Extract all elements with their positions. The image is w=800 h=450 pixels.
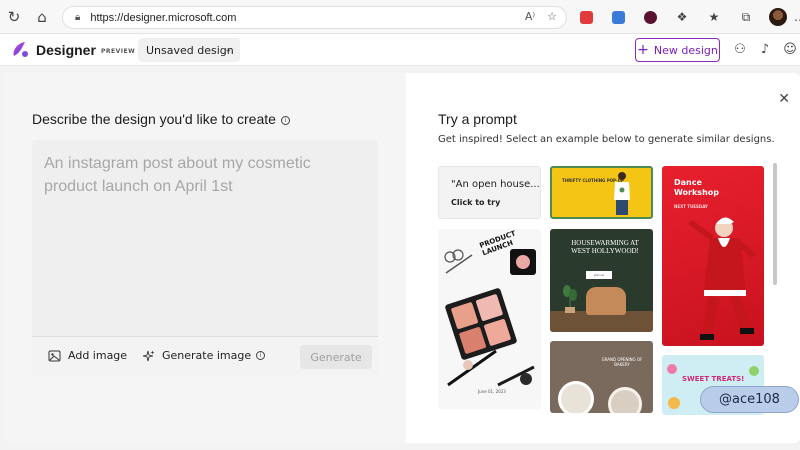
try-prompt-subtitle: Get inspired! Select an example below to… [438,134,775,145]
document-name-dropdown[interactable]: Unsaved design ⌄ [138,38,240,62]
favorites-icon[interactable]: ★ [698,5,730,29]
main-card: Describe the design you'd like to create… [4,73,800,443]
browser-toolbar: ↻ ⌂ 🔒︎ https://designer.microsoft.com A⁾… [0,0,800,34]
collections-icon[interactable]: ⧉ [730,5,762,29]
extensions-puzzle-icon[interactable]: ❖ [666,5,698,29]
try-prompt-title: Try a prompt [438,111,517,127]
new-design-button[interactable]: + New design [635,38,720,62]
prompt-actions-bar: Add image Generate image i Generate [32,336,378,376]
describe-title-text: Describe the design you'd like to create [32,111,276,127]
describe-title: Describe the design you'd like to create… [32,111,290,127]
dance-subtitle: NEXT TUESDAY [674,204,708,209]
housewarming-join-label: Join us [586,271,612,279]
generate-image-button[interactable]: Generate image i [142,349,266,362]
housewarming-title: HOUSEWARMING AT WEST HOLLYWOOD! [571,239,639,255]
cake-image [558,381,594,413]
armchair-image [586,287,626,315]
url-text: https://designer.microsoft.com [90,11,237,24]
notifications-icon[interactable]: ♪ [757,42,773,58]
app-header: Designer PREVIEW Unsaved design ⌄ + New … [0,34,800,66]
share-icon[interactable]: ⚇ [732,42,748,58]
profile-avatar[interactable] [762,5,794,29]
refresh-icon[interactable]: ↻ [0,3,28,31]
designer-logo-icon [13,42,28,57]
dance-title: Dance Workshop [674,178,719,197]
document-name: Unsaved design [146,43,234,57]
describe-panel: Describe the design you'd like to create… [4,73,406,443]
product-date: June 01, 2023 [478,389,506,394]
more-icon[interactable]: … [794,5,800,29]
read-aloud-icon[interactable]: A⁾ [522,10,538,23]
watermark-badge: @ace108 [700,386,799,413]
click-to-try-label: Click to try [451,198,501,207]
person-image [614,172,630,215]
plant-image [563,285,577,313]
prompt-tile-housewarming[interactable]: HOUSEWARMING AT WEST HOLLYWOOD! Join us [550,229,653,332]
image-icon [48,350,61,361]
plus-icon: + [637,42,649,58]
app-title: Designer [36,42,96,58]
prompt-tile-thrift[interactable]: THRIFTY CLOTHING POP-UP [550,166,653,219]
prompt-placeholder: An instagram post about my cosmetic prod… [44,155,311,195]
dancer-image [688,217,756,340]
new-design-label: New design [653,43,718,57]
lock-icon: 🔒︎ [75,12,81,23]
prompt-tile-open-house[interactable]: "An open house... Click to try [438,166,541,219]
add-image-label: Add image [68,349,128,362]
pastry-image [608,387,642,413]
home-icon[interactable]: ⌂ [28,3,56,31]
chevron-down-icon: ⌄ [224,45,232,55]
generate-image-label: Generate image [162,349,252,362]
generate-button[interactable]: Generate [300,345,372,369]
add-image-button[interactable]: Add image [48,349,127,362]
sparkle-icon [142,350,155,361]
prompt-tile-dance[interactable]: Dance Workshop NEXT TUESDAY [662,166,764,346]
scrollbar[interactable] [773,163,777,285]
extension-shield-icon[interactable] [570,5,602,29]
favorite-add-icon[interactable]: ☆ [544,10,560,23]
extension-color-icon[interactable] [634,5,666,29]
prompt-tile-product-launch[interactable]: PRODUCT LAUNCH June 01, 2023 [438,229,541,409]
open-house-quote: "An open house... [451,179,540,190]
info-icon[interactable]: i [280,116,290,125]
bakery-text: GRAND OPENING OF BAKERY [601,357,643,367]
account-icon[interactable]: ☺ [782,42,798,58]
close-icon[interactable]: ✕ [778,91,790,107]
extension-translate-icon[interactable] [602,5,634,29]
address-bar[interactable]: 🔒︎ https://designer.microsoft.com A⁾ ☆ [62,6,567,29]
info-icon[interactable]: i [256,351,266,360]
preview-badge: PREVIEW [101,48,136,55]
prompt-tile-bakery[interactable]: GRAND OPENING OF BAKERY [550,341,653,413]
eyelash-curler-image [444,249,473,274]
compact-image [510,249,536,275]
makeup-tools-image [447,349,535,387]
